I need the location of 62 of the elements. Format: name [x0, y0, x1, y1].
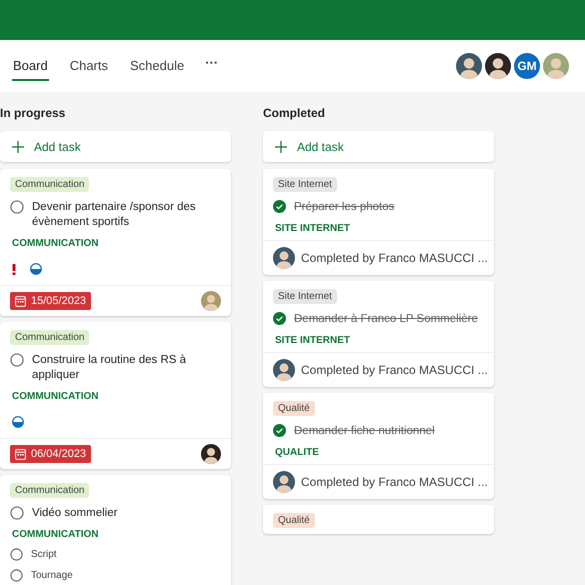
label-tag: Qualité: [273, 513, 315, 528]
label-tag: Qualité: [273, 401, 315, 416]
task-title: Devenir partenaire /sponsor des évènement sportifs: [32, 200, 197, 230]
checklist-item: Script: [31, 549, 57, 560]
checklist-checkbox[interactable]: [10, 548, 23, 561]
completer-avatar[interactable]: [273, 471, 295, 493]
task-card[interactable]: Communication Devenir partenaire /sponsor des évènement sportifs COMMUNICATION 15/05/2023: [0, 169, 231, 316]
bucket-name: SITE INTERNET: [274, 335, 352, 346]
task-card[interactable]: Site Internet Demander à Franco LP Sommelière SITE INTERNET Completed by Franco MASUCCI ...: [263, 281, 494, 387]
task-card[interactable]: Qualité Demander fiche nutritionnel QUALITE Completed by Franco MASUCCI ...: [263, 393, 494, 499]
task-title: Construire la routine des RS à appliquer: [32, 353, 188, 383]
complete-task-checkbox[interactable]: [10, 353, 24, 367]
task-card[interactable]: Qualité: [263, 505, 494, 534]
complete-task-checkbox[interactable]: [10, 200, 24, 214]
add-task-button[interactable]: Add task: [263, 131, 494, 162]
calendar-icon: [15, 448, 26, 460]
completed-by-text: Completed by Franco MASUCCI ...: [301, 475, 488, 489]
task-card[interactable]: Communication Vidéo sommelier COMMUNICATION Script Tournage: [0, 475, 231, 585]
bucket-name: QUALITE: [274, 447, 320, 458]
view-tab[interactable]: Charts: [68, 52, 109, 80]
due-date-text: 15/05/2023: [31, 295, 86, 307]
completer-avatar[interactable]: [273, 247, 295, 269]
task-title: Demander à Franco LP Sommelière: [294, 312, 478, 327]
bucket-name: SITE INTERNET: [274, 223, 352, 234]
more-button[interactable]: ···: [205, 54, 218, 70]
completed-check-icon[interactable]: [273, 200, 286, 213]
label-tag: Site Internet: [273, 177, 337, 192]
plus-icon: [275, 140, 287, 152]
column-title: In progress: [0, 105, 66, 122]
bucket-name: COMMUNICATION: [11, 238, 100, 249]
label-tag: Communication: [10, 177, 90, 192]
member-avatar[interactable]: GM: [514, 53, 540, 79]
completed-by-text: Completed by Franco MASUCCI ...: [301, 251, 488, 265]
completed-by-text: Completed by Franco MASUCCI ...: [301, 363, 488, 377]
complete-task-checkbox[interactable]: [10, 506, 24, 520]
view-tab[interactable]: Schedule: [129, 52, 186, 80]
assignee-avatar[interactable]: [201, 444, 221, 464]
member-avatar[interactable]: [485, 53, 511, 79]
label-tag: Site Internet: [273, 289, 337, 304]
task-title: Vidéo sommelier: [32, 506, 118, 521]
label-tag: Communication: [10, 483, 90, 498]
task-card[interactable]: Site Internet Préparer les photos SITE INTERNET Completed by Franco MASUCCI ...: [263, 169, 494, 275]
task-title: Préparer les photos: [294, 200, 394, 215]
due-date[interactable]: 15/05/2023: [10, 292, 92, 310]
calendar-icon: [15, 296, 26, 306]
bucket-name: COMMUNICATION: [11, 391, 100, 402]
add-task-button[interactable]: Add task: [0, 131, 231, 162]
completer-avatar[interactable]: [273, 359, 295, 381]
view-tab[interactable]: Board: [12, 52, 49, 80]
label-tag: Communication: [10, 330, 90, 345]
member-avatar[interactable]: [456, 53, 482, 79]
checklist-item: Tournage: [31, 570, 73, 581]
plus-icon: [12, 140, 24, 152]
bucket-name: COMMUNICATION: [11, 529, 100, 540]
task-card[interactable]: Communication Construire la routine des RS à appliquer COMMUNICATION 06/04/2023: [0, 322, 231, 469]
completed-check-icon[interactable]: [273, 424, 286, 437]
checklist-checkbox[interactable]: [10, 569, 23, 582]
due-date[interactable]: 06/04/2023: [10, 445, 92, 463]
task-title: Demander fiche nutritionnel: [294, 424, 435, 439]
due-date-text: 06/04/2023: [31, 448, 86, 460]
column-title: Completed: [263, 105, 326, 122]
completed-check-icon[interactable]: [273, 312, 286, 325]
